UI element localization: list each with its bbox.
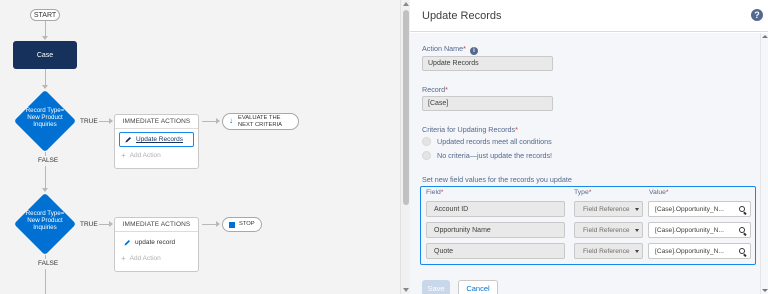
- immediate-actions-header: IMMEDIATE ACTIONS: [115, 218, 198, 232]
- add-action-label: Add Action: [129, 255, 161, 262]
- caret-down-icon: [635, 229, 639, 232]
- update-records-panel: Update Records ? Action Name* i Update Re…: [410, 0, 768, 294]
- criteria-text: Record Type= New Product Inquiries: [25, 107, 65, 128]
- radio-no-criteria[interactable]: No criteria—just update the records!: [422, 151, 552, 160]
- process-canvas: START Case Record Type= New Product Inqu…: [0, 0, 400, 294]
- stop-icon: [229, 221, 235, 228]
- arrowhead: [109, 118, 113, 124]
- table-row: Account ID Field Reference [Case].Opport…: [421, 201, 755, 218]
- connector: [202, 121, 217, 122]
- scroll-up-icon[interactable]: [762, 35, 768, 38]
- scrollbar-thumb[interactable]: [403, 10, 409, 205]
- column-header-field: Field*: [426, 189, 444, 196]
- arrowhead: [216, 118, 220, 124]
- action-label: Update Records: [136, 136, 183, 143]
- save-button[interactable]: Save: [422, 280, 450, 294]
- table-row: Opportunity Name Field Reference [Case].…: [421, 222, 755, 239]
- add-action-button[interactable]: + Add Action: [121, 151, 192, 160]
- arrow-down-icon: ↓: [229, 116, 233, 126]
- type-select[interactable]: Field Reference: [574, 222, 643, 238]
- pencil-icon: [125, 136, 132, 143]
- arrowhead: [42, 188, 48, 192]
- pencil-icon: [124, 239, 131, 246]
- connector: [45, 255, 46, 259]
- false-label: FALSE: [38, 260, 59, 267]
- scroll-down-icon[interactable]: [762, 289, 768, 292]
- immediate-actions-header: IMMEDIATE ACTIONS: [115, 115, 198, 129]
- help-icon[interactable]: ?: [751, 9, 763, 21]
- action-name-label: Action Name* i: [422, 44, 478, 55]
- info-icon[interactable]: i: [469, 47, 478, 55]
- search-icon[interactable]: [739, 248, 745, 254]
- criteria-node-2[interactable]: Record Type= New Product Inquiries: [13, 192, 77, 256]
- object-label: Case: [36, 51, 54, 59]
- field-input[interactable]: Account ID: [426, 201, 565, 217]
- criteria-text: Record Type= New Product Inquiries: [25, 210, 65, 231]
- evaluate-next-criteria[interactable]: ↓ EVALUATE THE NEXT CRITERIA: [222, 113, 299, 130]
- add-action-button[interactable]: + Add Action: [121, 254, 192, 263]
- action-label: update record: [135, 239, 176, 246]
- connector: [45, 152, 46, 156]
- criteria-node-1[interactable]: Record Type= New Product Inquiries: [13, 89, 77, 153]
- panel-title: Update Records: [422, 9, 502, 22]
- arrowhead: [42, 36, 48, 40]
- action-update-records[interactable]: Update Records: [119, 132, 194, 147]
- radio-all-conditions[interactable]: Updated records meet all conditions: [422, 137, 552, 146]
- value-input[interactable]: [Case].Opportunity_N...: [648, 243, 751, 259]
- stop-label: STOP: [239, 221, 255, 228]
- true-label: TRUE: [80, 221, 98, 228]
- caret-down-icon: [635, 250, 639, 253]
- caret-down-icon: [635, 208, 639, 211]
- immediate-actions-box-1: IMMEDIATE ACTIONS Update Records + Add A…: [114, 114, 199, 169]
- panel-scrollbar[interactable]: [760, 33, 768, 294]
- radio-label: Updated records meet all conditions: [437, 137, 552, 146]
- value-input[interactable]: [Case].Opportunity_N...: [648, 201, 751, 217]
- type-select[interactable]: Field Reference: [574, 201, 643, 217]
- action-update-record[interactable]: update record: [119, 235, 194, 250]
- stop-node[interactable]: STOP: [222, 217, 262, 232]
- column-header-value: Value*: [649, 189, 669, 196]
- scroll-down-icon[interactable]: [403, 288, 409, 292]
- table-row: Quote Field Reference [Case].Opportunity…: [421, 243, 755, 260]
- arrowhead: [216, 221, 220, 227]
- record-label: Record*: [422, 85, 448, 94]
- add-action-label: Add Action: [129, 152, 161, 159]
- action-name-input[interactable]: Update Records: [422, 56, 553, 71]
- radio-label: No criteria—just update the records!: [437, 151, 553, 160]
- type-select[interactable]: Field Reference: [574, 243, 643, 259]
- canvas-scrollbar[interactable]: [400, 0, 410, 294]
- evaluate-text: EVALUATE THE NEXT CRITERIA: [238, 115, 283, 128]
- object-node[interactable]: Case: [13, 41, 77, 69]
- plus-icon: +: [121, 254, 126, 263]
- search-icon[interactable]: [739, 227, 745, 233]
- scroll-up-icon[interactable]: [403, 2, 409, 6]
- criteria-label: Criteria for Updating Records*: [422, 125, 518, 134]
- cancel-button[interactable]: Cancel: [458, 280, 498, 294]
- true-label: TRUE: [80, 118, 98, 125]
- radio-button[interactable]: [422, 137, 431, 146]
- false-label: FALSE: [38, 157, 59, 164]
- field-input[interactable]: Opportunity Name: [426, 222, 565, 238]
- search-icon[interactable]: [739, 206, 745, 212]
- set-values-label: Set new field values for the records you…: [422, 175, 572, 184]
- panel-header: Update Records ?: [410, 0, 768, 32]
- start-label: START: [33, 11, 57, 19]
- field-values-grid: Field* Type* Value* Account ID Field Ref…: [420, 186, 756, 265]
- connector: [45, 269, 46, 294]
- connector: [202, 224, 217, 225]
- start-node: START: [30, 9, 60, 21]
- arrowhead: [109, 221, 113, 227]
- plus-icon: +: [121, 151, 126, 160]
- field-input[interactable]: Quote: [426, 243, 565, 259]
- immediate-actions-box-2: IMMEDIATE ACTIONS update record + Add Ac…: [114, 217, 199, 272]
- radio-button[interactable]: [422, 151, 431, 160]
- record-input[interactable]: [Case]: [422, 96, 553, 111]
- column-header-type: Type*: [574, 189, 592, 196]
- value-input[interactable]: [Case].Opportunity_N...: [648, 222, 751, 238]
- arrowhead: [42, 85, 48, 89]
